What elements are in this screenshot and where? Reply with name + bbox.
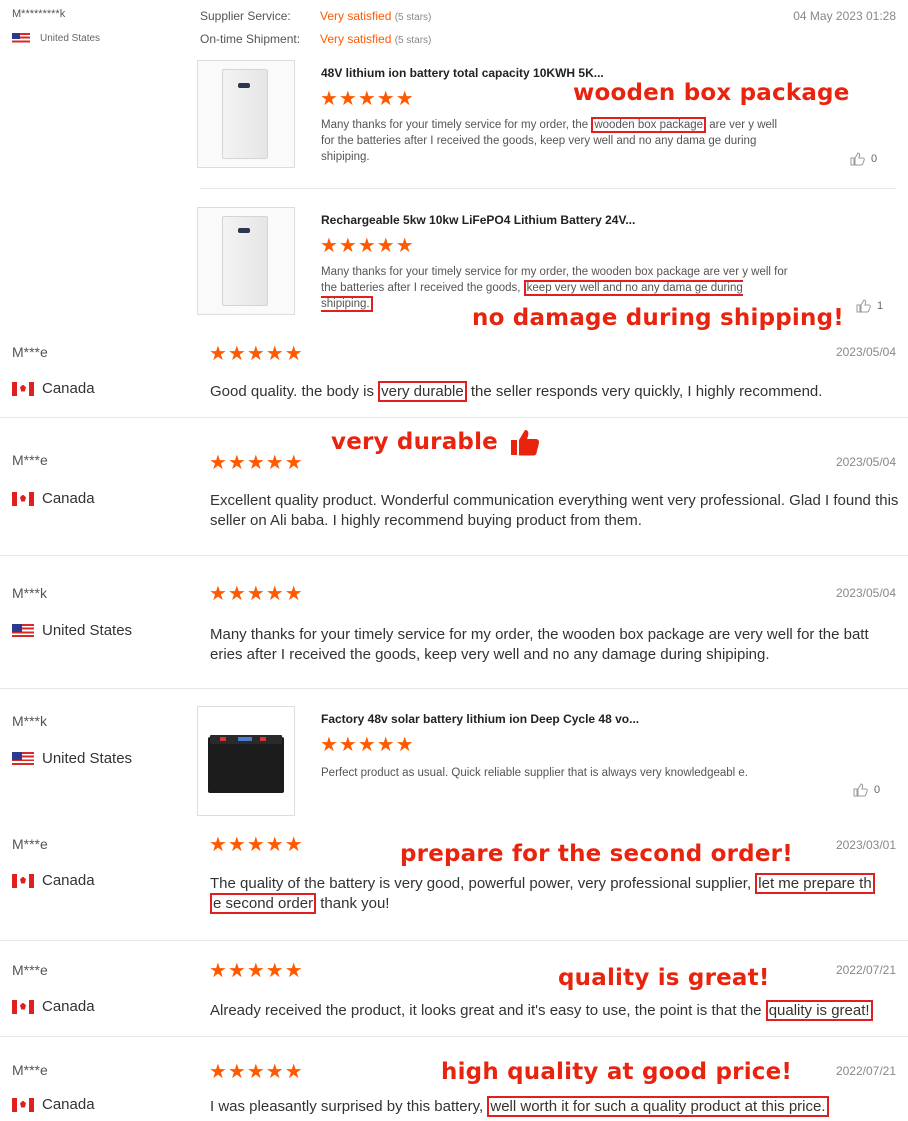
like-icon — [853, 783, 868, 797]
flag-canada-icon — [12, 491, 34, 506]
annotation-wooden-box: wooden box package — [573, 80, 850, 106]
shipment-row: On-time Shipment: Very satisfied (5 star… — [200, 32, 432, 46]
reviewer-country: Canada — [12, 998, 95, 1015]
thumbs-up-icon — [510, 430, 540, 456]
flag-us-icon — [12, 33, 30, 44]
reviewer-country: Canada — [12, 872, 95, 889]
reviewer-country: United States — [12, 750, 132, 767]
review-date: 04 May 2023 01:28 — [793, 9, 896, 23]
like-button[interactable]: 0 — [853, 783, 880, 797]
highlight-box: let me prepare th — [755, 873, 875, 894]
reviewer-name: M***k — [12, 713, 48, 729]
annotation-very-durable: very durable — [331, 428, 540, 456]
review-date: 2023/05/04 — [835, 586, 896, 600]
product-thumbnail[interactable] — [197, 207, 295, 315]
reviewer-name: M***e — [12, 452, 48, 468]
star-rating: ★★★★★ — [209, 343, 304, 365]
divider — [0, 417, 908, 418]
divider — [200, 188, 896, 189]
product-title[interactable]: Factory 48v solar battery lithium ion De… — [321, 712, 639, 726]
review-date: 2022/07/21 — [835, 1064, 896, 1078]
divider — [0, 940, 908, 941]
like-icon — [856, 299, 871, 313]
star-rating: ★★★★★ — [320, 734, 415, 756]
reviewer-name: M***e — [12, 1062, 48, 1078]
review-text: Perfect product as usual. Quick reliable… — [321, 767, 748, 779]
review-text: The quality of the battery is very good,… — [210, 873, 900, 914]
star-rating: ★★★★★ — [209, 1061, 304, 1083]
highlight-box: very durable — [378, 381, 467, 402]
highlight-box: wooden box package — [591, 117, 707, 133]
review-text: Good quality. the body is very durable t… — [210, 381, 823, 402]
like-icon — [850, 152, 865, 166]
annotation-good-price: high quality at good price! — [441, 1059, 793, 1085]
annotation-no-damage: no damage during shipping! — [472, 305, 844, 331]
like-button[interactable]: 0 — [850, 152, 877, 166]
review-date: 2023/05/04 — [835, 345, 896, 359]
reviewer-country: United States — [12, 33, 100, 44]
supplier-service-row: Supplier Service: Very satisfied (5 star… — [200, 9, 432, 23]
product-title[interactable]: 48V lithium ion battery total capacity 1… — [321, 66, 604, 80]
flag-canada-icon — [12, 873, 34, 888]
review-text: Excellent quality product. Wonderful com… — [210, 492, 899, 529]
annotation-second-order: prepare for the second order! — [400, 841, 793, 867]
highlight-box: e second order — [210, 893, 317, 914]
highlight-box: well worth it for such a quality product… — [487, 1096, 829, 1117]
annotation-quality-great: quality is great! — [558, 965, 770, 991]
divider — [0, 1036, 908, 1037]
reviewer-country: Canada — [12, 380, 95, 397]
review-text: Many thanks for your timely service for … — [321, 117, 777, 163]
flag-canada-icon — [12, 1097, 34, 1112]
review-text: Already received the product, it looks g… — [210, 1000, 905, 1021]
reviewer-country: Canada — [12, 490, 95, 507]
divider — [0, 555, 908, 556]
review-text: I was pleasantly surprised by this batte… — [210, 1096, 905, 1117]
product-thumbnail[interactable] — [197, 706, 295, 816]
star-rating: ★★★★★ — [320, 235, 415, 257]
divider — [0, 688, 908, 689]
like-button[interactable]: 1 — [856, 299, 883, 313]
highlight-box: quality is great! — [765, 1000, 873, 1021]
reviewer-country: Canada — [12, 1096, 95, 1113]
review-date: 2023/05/04 — [835, 455, 896, 469]
product-title[interactable]: Rechargeable 5kw 10kw LiFePO4 Lithium Ba… — [321, 213, 635, 227]
star-rating: ★★★★★ — [209, 834, 304, 856]
reviewer-name: M***k — [12, 585, 48, 601]
reviewer-name: M***e — [12, 836, 48, 852]
flag-canada-icon — [12, 381, 34, 396]
star-rating: ★★★★★ — [209, 452, 304, 474]
review-date: 2022/07/21 — [835, 963, 896, 977]
star-rating: ★★★★★ — [209, 960, 304, 982]
flag-us-icon — [12, 752, 34, 765]
reviewer-country: United States — [12, 622, 132, 639]
reviewer-name: M*********k — [12, 8, 66, 20]
product-thumbnail[interactable] — [197, 60, 295, 168]
review-text: Many thanks for your timely service for … — [210, 626, 869, 663]
reviewer-name: M***e — [12, 344, 48, 360]
flag-us-icon — [12, 624, 34, 637]
flag-canada-icon — [12, 999, 34, 1014]
star-rating: ★★★★★ — [209, 583, 304, 605]
reviewer-name: M***e — [12, 962, 48, 978]
star-rating: ★★★★★ — [320, 88, 415, 110]
review-date: 2023/03/01 — [835, 838, 896, 852]
